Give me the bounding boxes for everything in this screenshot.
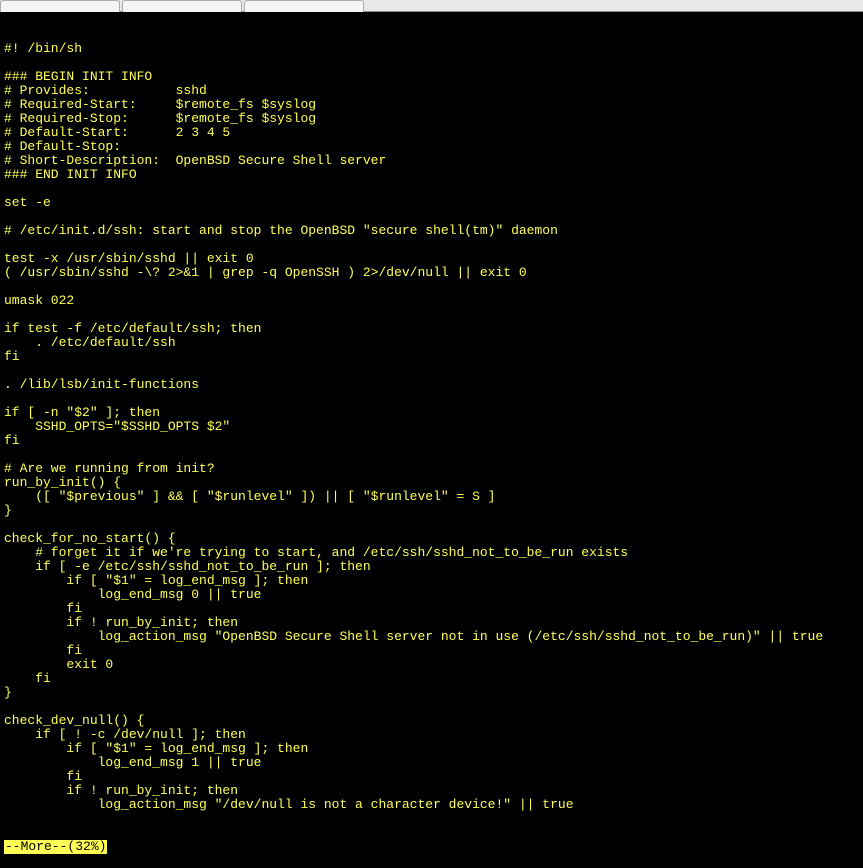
terminal-line: ### BEGIN INIT INFO	[4, 70, 859, 84]
terminal-line: # Default-Start: 2 3 4 5	[4, 126, 859, 140]
window-tab-bar	[0, 0, 863, 12]
terminal-line: fi	[4, 434, 859, 448]
terminal-line: ([ "$previous" ] && [ "$runlevel" ]) || …	[4, 490, 859, 504]
terminal-line: check_for_no_start() {	[4, 532, 859, 546]
terminal-line: . /etc/default/ssh	[4, 336, 859, 350]
terminal-line: test -x /usr/sbin/sshd || exit 0	[4, 252, 859, 266]
terminal-line: # forget it if we're trying to start, an…	[4, 546, 859, 560]
terminal-line	[4, 238, 859, 252]
terminal-line: fi	[4, 644, 859, 658]
terminal-line: fi	[4, 350, 859, 364]
terminal-line	[4, 308, 859, 322]
terminal-line: fi	[4, 602, 859, 616]
terminal-line: # Are we running from init?	[4, 462, 859, 476]
tab-3[interactable]	[244, 0, 364, 12]
terminal-line: umask 022	[4, 294, 859, 308]
terminal-line: fi	[4, 770, 859, 784]
terminal-line: if [ -n "$2" ]; then	[4, 406, 859, 420]
tab-1[interactable]	[0, 0, 120, 12]
terminal-line: if test -f /etc/default/ssh; then	[4, 322, 859, 336]
terminal-line	[4, 518, 859, 532]
terminal-line: log_action_msg "/dev/null is not a chara…	[4, 798, 859, 812]
terminal-line: #! /bin/sh	[4, 42, 859, 56]
terminal-line: if [ "$1" = log_end_msg ]; then	[4, 574, 859, 588]
terminal-line: # Provides: sshd	[4, 84, 859, 98]
terminal-line	[4, 364, 859, 378]
terminal-line: # /etc/init.d/ssh: start and stop the Op…	[4, 224, 859, 238]
terminal-line: if [ ! -c /dev/null ]; then	[4, 728, 859, 742]
terminal-line: . /lib/lsb/init-functions	[4, 378, 859, 392]
terminal-line	[4, 392, 859, 406]
terminal-line: check_dev_null() {	[4, 714, 859, 728]
terminal-line: run_by_init() {	[4, 476, 859, 490]
terminal-line: if [ -e /etc/ssh/sshd_not_to_be_run ]; t…	[4, 560, 859, 574]
terminal-line: log_end_msg 0 || true	[4, 588, 859, 602]
terminal-line: ( /usr/sbin/sshd -\? 2>&1 | grep -q Open…	[4, 266, 859, 280]
terminal-line: if ! run_by_init; then	[4, 616, 859, 630]
terminal-line	[4, 182, 859, 196]
terminal-line: if [ "$1" = log_end_msg ]; then	[4, 742, 859, 756]
terminal-line: SSHD_OPTS="$SSHD_OPTS $2"	[4, 420, 859, 434]
tab-2[interactable]	[122, 0, 242, 12]
terminal-line	[4, 700, 859, 714]
terminal-viewport[interactable]: #! /bin/sh ### BEGIN INIT INFO# Provides…	[0, 12, 863, 747]
terminal-line: # Required-Stop: $remote_fs $syslog	[4, 112, 859, 126]
terminal-line: ### END INIT INFO	[4, 168, 859, 182]
terminal-line: set -e	[4, 196, 859, 210]
terminal-line: # Required-Start: $remote_fs $syslog	[4, 98, 859, 112]
terminal-line: }	[4, 504, 859, 518]
terminal-content: #! /bin/sh ### BEGIN INIT INFO# Provides…	[4, 42, 859, 812]
terminal-line: }	[4, 686, 859, 700]
more-pager-status[interactable]: --More--(32%)	[4, 840, 859, 854]
terminal-line	[4, 210, 859, 224]
terminal-line: # Default-Stop:	[4, 140, 859, 154]
terminal-line: # Short-Description: OpenBSD Secure Shel…	[4, 154, 859, 168]
terminal-line	[4, 56, 859, 70]
terminal-line: exit 0	[4, 658, 859, 672]
terminal-line	[4, 448, 859, 462]
terminal-line: log_action_msg "OpenBSD Secure Shell ser…	[4, 630, 859, 644]
terminal-line: fi	[4, 672, 859, 686]
terminal-line	[4, 280, 859, 294]
terminal-line: log_end_msg 1 || true	[4, 756, 859, 770]
terminal-line: if ! run_by_init; then	[4, 784, 859, 798]
